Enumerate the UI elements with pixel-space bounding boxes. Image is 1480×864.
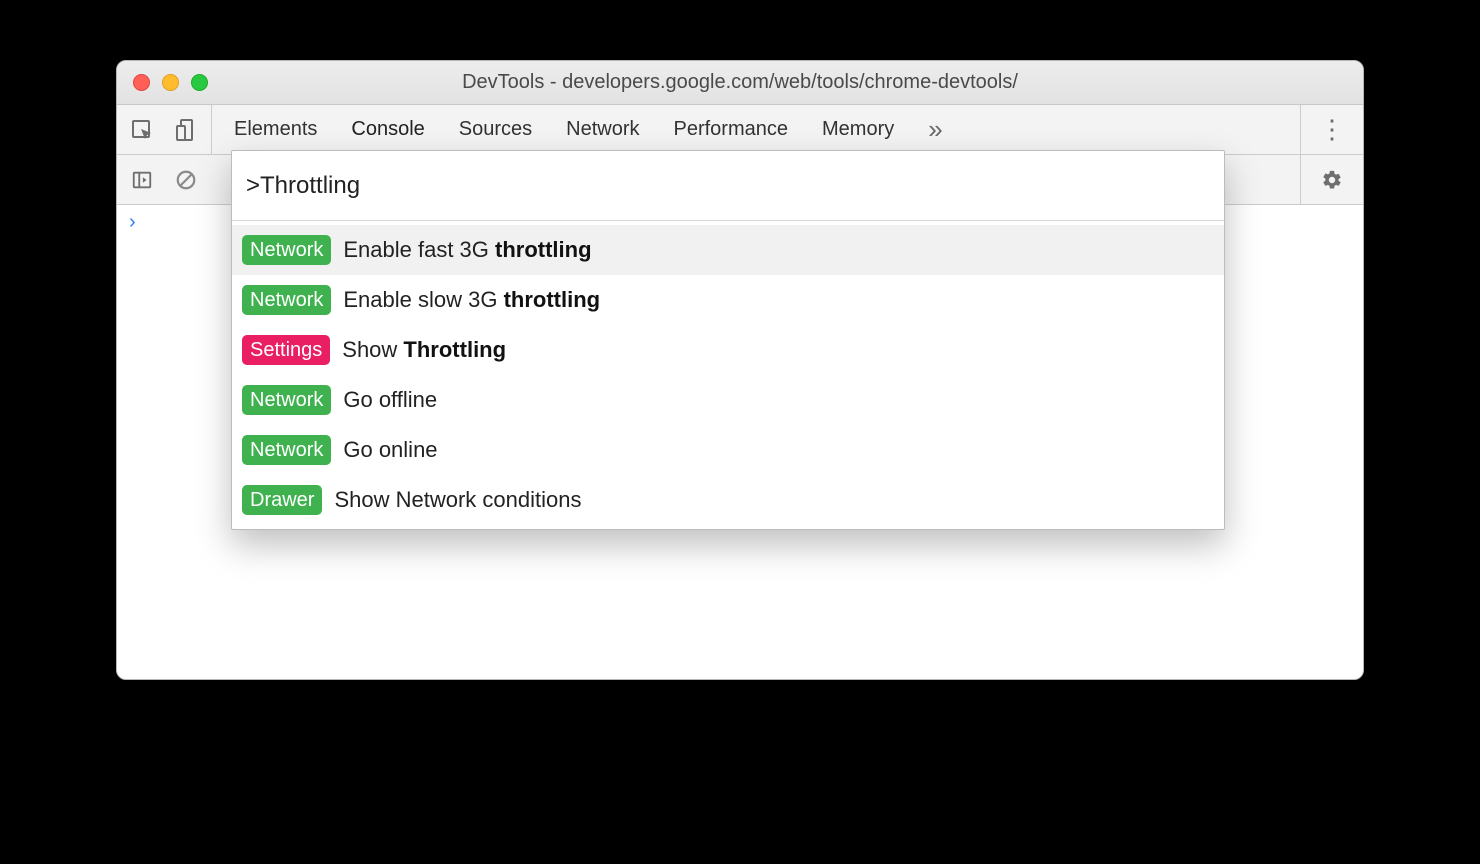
toolbar-right-group: ⋮: [1300, 105, 1363, 154]
result-category-badge: Network: [242, 235, 331, 265]
result-label: Go online: [343, 437, 437, 463]
more-options-icon[interactable]: ⋮: [1315, 113, 1349, 147]
clear-console-icon[interactable]: [169, 163, 203, 197]
command-palette-input-row: >: [232, 151, 1224, 221]
command-palette-result[interactable]: Network Enable fast 3G throttling: [232, 225, 1224, 275]
command-palette-result[interactable]: Network Go offline: [232, 375, 1224, 425]
subtoolbar-left: [117, 155, 211, 204]
device-toolbar-icon[interactable]: [169, 113, 203, 147]
tab-sources[interactable]: Sources: [459, 118, 532, 141]
result-category-badge: Drawer: [242, 485, 322, 515]
result-category-badge: Network: [242, 435, 331, 465]
command-palette-result[interactable]: Drawer Show Network conditions: [232, 475, 1224, 525]
traffic-lights: [117, 74, 208, 91]
command-palette-results: Network Enable fast 3G throttling Network E…: [232, 221, 1224, 529]
result-label: Show Network conditions: [334, 487, 581, 513]
command-palette-prefix: >: [246, 172, 260, 200]
minimize-window-button[interactable]: [162, 74, 179, 91]
console-panel: › > NetworkEnable fast 3G throttlingNetw…: [117, 205, 1363, 679]
command-palette-result[interactable]: Settings Show Throttling: [232, 325, 1224, 375]
tab-memory[interactable]: Memory: [822, 118, 894, 141]
result-label: Enable fast 3G throttling: [343, 237, 591, 263]
zoom-window-button[interactable]: [191, 74, 208, 91]
tab-elements[interactable]: Elements: [234, 118, 317, 141]
subtoolbar-right: [1300, 155, 1363, 204]
devtools-window: DevTools - developers.google.com/web/too…: [116, 60, 1364, 680]
toolbar-left-group: [117, 105, 212, 154]
inspect-element-icon[interactable]: [125, 113, 159, 147]
show-console-sidebar-icon[interactable]: [125, 163, 159, 197]
result-category-badge: Settings: [242, 335, 330, 365]
window-titlebar: DevTools - developers.google.com/web/too…: [117, 61, 1363, 105]
console-settings-icon[interactable]: [1315, 163, 1349, 197]
tabs-overflow-button[interactable]: »: [928, 114, 942, 145]
devtools-tabs: Elements Console Sources Network Perform…: [212, 105, 1300, 154]
result-category-badge: Network: [242, 385, 331, 415]
command-palette-result[interactable]: Network Enable slow 3G throttling: [232, 275, 1224, 325]
result-label: Enable slow 3G throttling: [343, 287, 600, 313]
tab-network[interactable]: Network: [566, 118, 639, 141]
command-palette-input[interactable]: [260, 172, 1210, 200]
window-title: DevTools - developers.google.com/web/too…: [117, 71, 1363, 94]
result-label: Go offline: [343, 387, 437, 413]
tab-console[interactable]: Console: [351, 118, 424, 141]
command-palette: > NetworkEnable fast 3G throttlingNetwor…: [231, 150, 1225, 530]
command-palette-result[interactable]: Network Go online: [232, 425, 1224, 475]
console-prompt-marker: ›: [129, 211, 136, 233]
devtools-toolbar: Elements Console Sources Network Perform…: [117, 105, 1363, 155]
result-category-badge: Network: [242, 285, 331, 315]
close-window-button[interactable]: [133, 74, 150, 91]
tab-performance[interactable]: Performance: [674, 118, 789, 141]
result-label: Show Throttling: [342, 337, 506, 363]
